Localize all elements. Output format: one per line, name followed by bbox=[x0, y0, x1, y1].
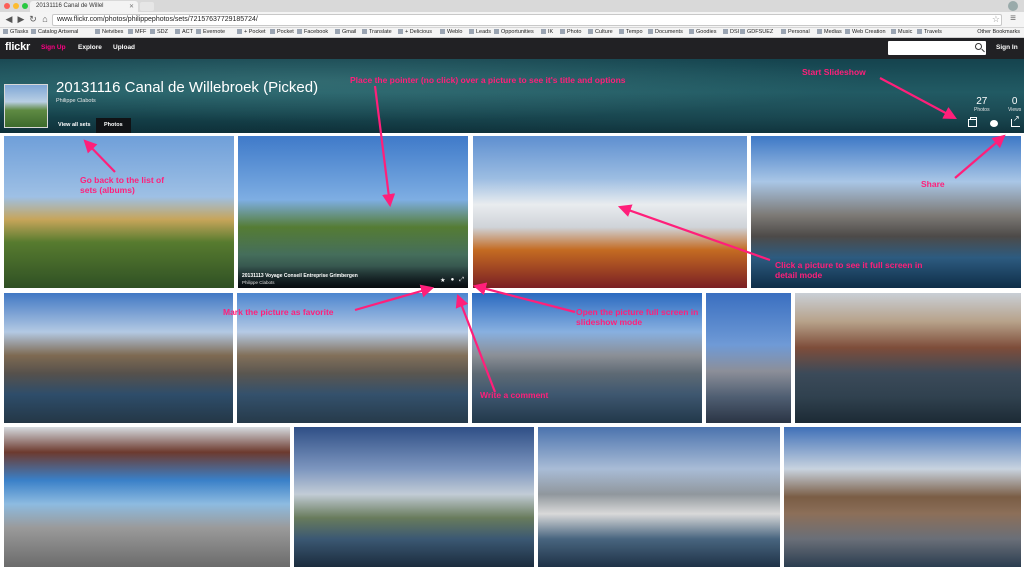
annotation-favorite: Mark the picture as favorite bbox=[223, 307, 334, 317]
bookmark-item[interactable]: Facebook bbox=[297, 29, 328, 35]
close-tab-icon[interactable]: ✕ bbox=[129, 3, 134, 10]
bookmark-item[interactable]: + Delicious bbox=[398, 29, 432, 35]
bookmark-item[interactable]: Goodies bbox=[689, 29, 717, 35]
minimize-window-icon[interactable] bbox=[13, 3, 19, 9]
bookmark-item[interactable]: Travels bbox=[917, 29, 942, 35]
slideshow-icon[interactable] bbox=[968, 117, 977, 127]
annotation-slideshow-full: Open the picture full screen in slidesho… bbox=[576, 307, 699, 327]
bookmark-item[interactable]: Documents bbox=[648, 29, 683, 35]
other-bookmarks[interactable]: Other Bookmarks bbox=[977, 29, 1020, 35]
photo-title[interactable]: 20131113 Voyage Conseil Entreprise Grimb… bbox=[242, 273, 358, 279]
bookmark-item[interactable]: GTasks bbox=[3, 29, 28, 35]
close-window-icon[interactable] bbox=[4, 3, 10, 9]
photo-tile[interactable] bbox=[4, 293, 233, 423]
annotation-comment: Write a comment bbox=[480, 390, 549, 400]
bookmark-item[interactable]: Music bbox=[891, 29, 912, 35]
photo-tile[interactable] bbox=[784, 427, 1021, 567]
tab-view-all-sets[interactable]: View all sets bbox=[50, 118, 99, 133]
reload-icon[interactable]: ↻ bbox=[27, 14, 39, 25]
back-icon[interactable]: ◀ bbox=[3, 14, 15, 25]
bookmark-item[interactable]: Web Creation bbox=[845, 29, 886, 35]
expand-fullscreen-icon[interactable]: ⤢ bbox=[459, 277, 464, 284]
favorite-star-icon[interactable]: ★ bbox=[440, 277, 445, 284]
home-icon[interactable]: ⌂ bbox=[39, 14, 51, 24]
photo-tile[interactable] bbox=[4, 136, 234, 288]
views-count: 0 Views bbox=[1008, 96, 1022, 113]
bookmark-item[interactable]: GDFSUEZ bbox=[740, 29, 773, 35]
signin-link[interactable]: Sign In bbox=[996, 44, 1018, 51]
annotation-slideshow: Start Slideshow bbox=[802, 67, 866, 77]
upload-link[interactable]: Upload bbox=[113, 44, 135, 51]
browser-toolbar: ◀ ▶ ↻ ⌂ www.flickr.com/photos/philippeph… bbox=[0, 12, 1024, 28]
bookmark-item[interactable]: Evernote bbox=[196, 29, 225, 35]
bookmark-item[interactable]: Weblo bbox=[440, 29, 463, 35]
annotation-hover: Place the pointer (no click) over a pict… bbox=[350, 75, 626, 85]
share-icon[interactable] bbox=[1011, 114, 1020, 127]
photo-actions: ★ ● ⤢ bbox=[440, 277, 464, 284]
annotation-share: Share bbox=[921, 179, 945, 189]
profile-icon[interactable] bbox=[1008, 1, 1018, 11]
bookmarks-bar: GTasks Catalog Artsenal Netvibes MFF SDZ… bbox=[0, 28, 1024, 38]
comment-bubble-icon[interactable]: ● bbox=[451, 277, 455, 284]
new-tab-button[interactable] bbox=[140, 2, 154, 11]
bookmark-item[interactable]: SDZ bbox=[150, 29, 168, 35]
url-text: www.flickr.com/photos/philippephotos/set… bbox=[57, 16, 258, 23]
bookmark-item[interactable]: + Pocket bbox=[237, 29, 266, 35]
bookmark-item[interactable]: Opportunities bbox=[494, 29, 534, 35]
search-input[interactable] bbox=[888, 41, 986, 55]
photo-tile[interactable] bbox=[538, 427, 780, 567]
annotation-back: Go back to the list of sets (albums) bbox=[80, 175, 165, 195]
bookmark-item[interactable]: Culture bbox=[588, 29, 613, 35]
forward-icon[interactable]: ▶ bbox=[15, 14, 27, 25]
bookmark-item[interactable]: Leads bbox=[469, 29, 491, 35]
search-icon[interactable] bbox=[975, 43, 982, 50]
photo-author[interactable]: Philippe Clabots bbox=[242, 280, 275, 285]
bookmark-item[interactable]: Gmail bbox=[335, 29, 356, 35]
signup-link[interactable]: Sign Up bbox=[41, 44, 66, 51]
bookmark-item[interactable]: Translate bbox=[362, 29, 392, 35]
bookmark-item[interactable]: ACT bbox=[175, 29, 193, 35]
tab-title: 20131116 Canal de Willel bbox=[36, 3, 104, 9]
bookmark-item[interactable]: Tempo bbox=[619, 29, 643, 35]
address-bar[interactable]: www.flickr.com/photos/philippephotos/set… bbox=[52, 14, 1002, 26]
tab-photos[interactable]: Photos bbox=[96, 118, 131, 133]
bookmark-item[interactable]: Personal bbox=[781, 29, 810, 35]
photo-tile[interactable] bbox=[795, 293, 1021, 423]
bookmark-item[interactable]: Medias bbox=[817, 29, 842, 35]
bookmark-star-icon[interactable]: ☆ bbox=[992, 14, 1000, 25]
set-header: 20131116 Canal de Willebroek (Picked) Ph… bbox=[0, 59, 1024, 133]
comments-icon[interactable] bbox=[990, 120, 998, 127]
set-cover-thumbnail bbox=[4, 84, 48, 128]
set-title: 20131116 Canal de Willebroek (Picked) bbox=[56, 79, 319, 96]
explore-link[interactable]: Explore bbox=[78, 44, 102, 51]
browser-tab-bar: 20131116 Canal de Willel ✕ bbox=[0, 0, 1024, 12]
annotation-fullscreen: Click a picture to see it full screen in… bbox=[775, 260, 923, 280]
photo-tile[interactable] bbox=[473, 136, 747, 288]
browser-menu-icon[interactable]: ≡ bbox=[1010, 13, 1016, 24]
window-controls[interactable] bbox=[4, 3, 28, 9]
bookmark-item[interactable]: Catalog Artsenal bbox=[31, 29, 78, 35]
photo-tile[interactable] bbox=[4, 427, 290, 567]
bookmark-item[interactable]: IK bbox=[541, 29, 553, 35]
bookmark-item[interactable]: Pocket bbox=[270, 29, 294, 35]
maximize-window-icon[interactable] bbox=[22, 3, 28, 9]
photo-tile[interactable] bbox=[294, 427, 534, 567]
photo-tile-hovered[interactable]: 20131113 Voyage Conseil Entreprise Grimb… bbox=[238, 136, 468, 288]
bookmark-item[interactable]: MFF bbox=[128, 29, 146, 35]
browser-tab[interactable]: 20131116 Canal de Willel ✕ bbox=[30, 1, 138, 12]
set-author[interactable]: Philippe Clabots bbox=[56, 98, 96, 104]
bookmark-item[interactable]: Netvibes bbox=[95, 29, 123, 35]
bookmark-item[interactable]: Photo bbox=[560, 29, 581, 35]
bookmark-item[interactable]: DSI bbox=[723, 29, 739, 35]
photos-count: 27 Photos bbox=[974, 96, 990, 113]
flickr-logo[interactable]: flickr bbox=[5, 41, 30, 53]
flickr-navbar: flickr Sign Up Explore Upload Sign In bbox=[0, 38, 1024, 59]
photo-tile[interactable] bbox=[706, 293, 791, 423]
